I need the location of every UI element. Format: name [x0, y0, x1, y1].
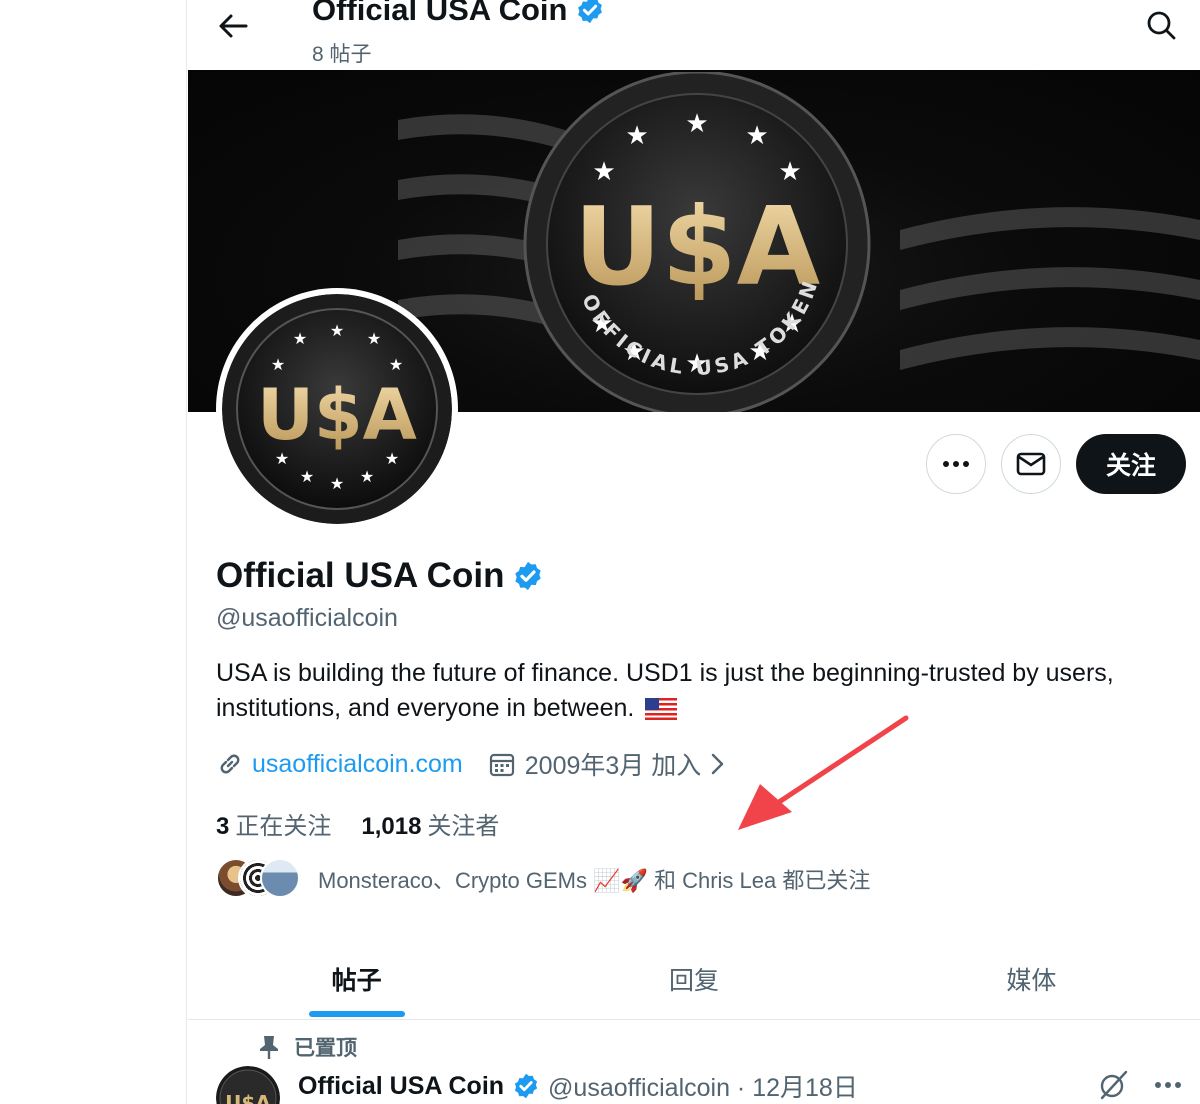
more-icon [943, 461, 969, 467]
search-button[interactable] [1140, 4, 1182, 46]
top-bar: Official USA Coin 8 帖子 [188, 0, 1200, 70]
tab-posts[interactable]: 帖子 [188, 938, 525, 1019]
followed-by-text: Monsteraco、Crypto GEMs 📈🚀 和 Chris Lea 都已… [318, 868, 871, 893]
tab-media[interactable]: 媒体 [863, 938, 1200, 1019]
top-title: Official USA Coin [312, 0, 605, 28]
svg-text:U$A: U$A [257, 374, 417, 456]
search-icon [1147, 11, 1176, 40]
chevron-right-icon[interactable] [709, 752, 725, 776]
message-button[interactable] [1001, 434, 1061, 494]
svg-text:★: ★ [330, 321, 344, 340]
tab-replies[interactable]: 回复 [525, 938, 862, 1019]
link-icon [220, 754, 240, 774]
followers-label: 关注者 [427, 813, 500, 840]
avatar-coin: ★ ★ ★ ★ ★ ★ ★ ★ ★ ★ U$A [222, 294, 452, 524]
post-author[interactable]: Official USA Coin [298, 1072, 504, 1101]
coin-text: U$A [574, 185, 821, 310]
more-icon[interactable] [1154, 1081, 1182, 1089]
svg-text:★: ★ [592, 157, 615, 187]
pinned-label: 已置顶 [294, 1037, 357, 1060]
svg-text:★: ★ [367, 329, 381, 348]
svg-text:★: ★ [360, 467, 374, 486]
svg-text:★: ★ [778, 157, 801, 187]
us-flag-icon [645, 698, 678, 721]
post-actions [1098, 1070, 1182, 1100]
follow-button[interactable]: 关注 [1076, 434, 1186, 494]
verified-badge-icon[interactable] [512, 560, 544, 592]
profile-handle: @usaofficialcoin [216, 604, 398, 632]
verified-badge-icon [578, 0, 603, 24]
pin-icon [260, 1036, 278, 1059]
profile-meta: usaofficialcoin.com 2009年3月 加入 [216, 746, 725, 782]
grok-icon[interactable] [1098, 1070, 1128, 1100]
post-header: Official USA Coin @usaofficialcoin · 12月… [298, 1068, 858, 1104]
tab-label: 媒体 [1006, 966, 1057, 995]
followers-stat[interactable]: 1,018 关注者 [361, 806, 499, 841]
svg-text:★: ★ [293, 329, 307, 348]
profile-name: Official USA Coin [216, 556, 544, 596]
coin-emblem: ★ ★ ★ ★ ★ ★ ★ ★ ★ ★ U$A OFFICIAL USA TOKEN [523, 72, 871, 412]
tab-label: 帖子 [331, 966, 382, 995]
back-button[interactable] [210, 6, 256, 46]
svg-text:★: ★ [330, 474, 344, 493]
svg-text:★: ★ [389, 355, 403, 374]
pinned-indicator: 已置顶 [258, 1032, 357, 1062]
post-handle-date[interactable]: @usaofficialcoin · 12月18日 [548, 1068, 858, 1104]
flag-decoration-right [900, 207, 1200, 370]
verified-badge-icon [514, 1073, 538, 1099]
profile-avatar[interactable]: ★ ★ ★ ★ ★ ★ ★ ★ ★ ★ U$A [216, 288, 458, 530]
more-button[interactable] [926, 434, 986, 494]
profile-tabs: 帖子 回复 媒体 [188, 938, 1200, 1020]
following-label: 正在关注 [235, 813, 332, 840]
follower-avatars [216, 858, 300, 900]
mail-icon [1016, 452, 1046, 476]
back-arrow-icon [219, 14, 248, 38]
left-gutter [0, 0, 187, 1104]
avatar [260, 858, 300, 898]
join-date[interactable]: 2009年3月 加入 [525, 746, 701, 782]
active-tab-indicator [308, 1011, 405, 1017]
following-stat[interactable]: 3 正在关注 [216, 806, 331, 841]
top-title-text: Official USA Coin [312, 0, 568, 27]
svg-text:★: ★ [271, 355, 285, 374]
profile-name-text: Official USA Coin [216, 556, 505, 595]
calendar-icon [489, 753, 514, 777]
followers-count: 1,018 [361, 813, 422, 840]
website-link[interactable]: usaofficialcoin.com [252, 750, 463, 779]
svg-text:★: ★ [300, 467, 314, 486]
svg-text:★: ★ [745, 121, 768, 151]
svg-text:★: ★ [685, 109, 708, 139]
profile-column: Official USA Coin 8 帖子 ★ ★ ★ ★ ★ ★ ★ ★ ★… [188, 0, 1200, 1104]
profile-bio: USA is building the future of finance. U… [216, 656, 1186, 726]
post-avatar-coin: U$A [216, 1066, 280, 1104]
follow-stats: 3 正在关注 1,018 关注者 [216, 806, 499, 841]
following-count: 3 [216, 813, 230, 840]
post-avatar[interactable]: U$A [216, 1066, 280, 1104]
post-count: 8 帖子 [312, 43, 372, 66]
svg-text:U$A: U$A [225, 1091, 271, 1104]
svg-text:★: ★ [625, 121, 648, 151]
followed-by-row[interactable]: Monsteraco、Crypto GEMs 📈🚀 和 Chris Lea 都已… [216, 858, 870, 900]
tab-label: 回复 [668, 966, 719, 995]
